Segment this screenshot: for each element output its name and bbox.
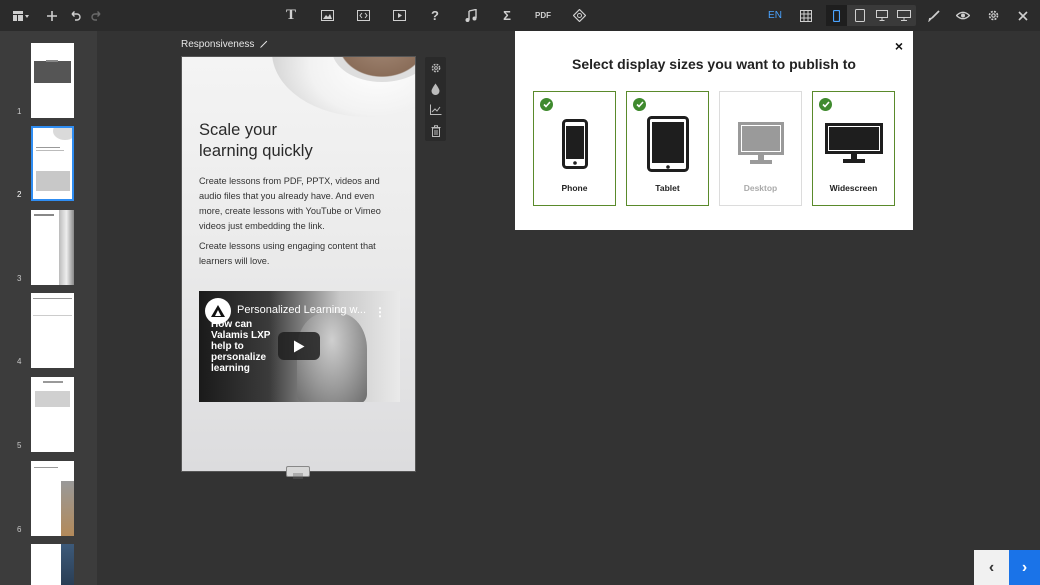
publish-sizes-dialog: Select display sizes you want to publish… bbox=[515, 31, 913, 230]
video-icon[interactable] bbox=[391, 0, 407, 31]
eye-icon[interactable] bbox=[955, 0, 971, 31]
slide-title-text: Responsiveness bbox=[181, 39, 255, 50]
slide-thumbnail-2[interactable] bbox=[31, 126, 74, 201]
grid-icon[interactable] bbox=[798, 0, 814, 31]
play-icon bbox=[294, 340, 305, 352]
widescreen-icon bbox=[813, 116, 894, 172]
top-toolbar: T ? Σ PDF EN bbox=[0, 0, 1040, 31]
text-icon[interactable]: T bbox=[284, 0, 298, 31]
video-caption: How can Valamis LXP help to personalize … bbox=[211, 319, 271, 374]
slide-side-tools bbox=[425, 57, 446, 141]
device-switcher bbox=[826, 5, 916, 26]
desktop-icon[interactable] bbox=[871, 5, 892, 26]
slide-thumbnail-3[interactable] bbox=[31, 210, 74, 285]
desktop-icon bbox=[720, 116, 801, 172]
slide-number: 5 bbox=[17, 441, 22, 450]
video-title[interactable]: Personalized Learning w... bbox=[237, 304, 372, 316]
help-icon[interactable]: ? bbox=[428, 0, 442, 31]
slide-number: 4 bbox=[17, 357, 22, 366]
slides-rail: 1 2 3 4 5 6 bbox=[0, 31, 97, 585]
gear-icon[interactable] bbox=[985, 0, 1001, 31]
dialog-close-button[interactable]: × bbox=[892, 39, 906, 53]
embed-icon[interactable] bbox=[355, 0, 371, 31]
check-icon bbox=[540, 98, 553, 111]
check-icon bbox=[819, 98, 832, 111]
trash-icon[interactable] bbox=[425, 120, 446, 141]
audio-icon[interactable] bbox=[464, 0, 478, 31]
image-icon[interactable] bbox=[319, 0, 335, 31]
slide-number: 6 bbox=[17, 525, 22, 534]
tablet-icon bbox=[627, 116, 708, 172]
check-icon bbox=[633, 98, 646, 111]
slide-settings-icon[interactable] bbox=[425, 57, 446, 78]
slide-preview[interactable]: Scale your learning quickly Create lesso… bbox=[181, 56, 416, 472]
slide-thumbnail-4[interactable] bbox=[31, 293, 74, 368]
slide-thumbnail-7[interactable] bbox=[31, 544, 74, 585]
option-label: Phone bbox=[561, 183, 588, 193]
slide-paragraph-2: Create lessons using engaging content th… bbox=[199, 241, 376, 266]
slide-thumbnail-6[interactable] bbox=[31, 461, 74, 536]
pdf-icon[interactable]: PDF bbox=[533, 0, 553, 31]
dialog-title: Select display sizes you want to publish… bbox=[572, 56, 856, 72]
add-icon[interactable] bbox=[45, 0, 59, 31]
display-option-widescreen[interactable]: Widescreen bbox=[812, 91, 895, 206]
slide-number: 1 bbox=[17, 107, 22, 116]
slide-number: 2 bbox=[17, 190, 22, 199]
undo-icon[interactable] bbox=[68, 0, 82, 31]
brush-icon[interactable] bbox=[926, 0, 942, 31]
display-option-desktop[interactable]: Desktop bbox=[719, 91, 802, 206]
math-icon[interactable]: Σ bbox=[500, 0, 514, 31]
option-label: Widescreen bbox=[829, 183, 878, 193]
slide-title[interactable]: Responsiveness bbox=[181, 39, 268, 50]
display-option-tablet[interactable]: Tablet bbox=[626, 91, 709, 206]
color-drop-icon[interactable] bbox=[425, 78, 446, 99]
phone-icon bbox=[534, 116, 615, 172]
chart-icon[interactable] bbox=[425, 99, 446, 120]
slide-resize-handle[interactable] bbox=[286, 466, 310, 479]
widescreen-icon[interactable] bbox=[893, 5, 914, 26]
slide-number: 3 bbox=[17, 274, 22, 283]
layout-icon[interactable] bbox=[10, 0, 32, 31]
redo-icon[interactable] bbox=[90, 0, 104, 31]
phone-icon[interactable] bbox=[826, 5, 847, 26]
slide-heading: Scale your learning quickly bbox=[199, 121, 313, 160]
video-menu-icon[interactable]: ⋮ bbox=[374, 305, 386, 319]
previous-button[interactable]: ‹ bbox=[974, 550, 1009, 585]
slide-paragraph-1: Create lessons from PDF, PPTX, videos an… bbox=[199, 176, 381, 231]
language-selector[interactable]: EN bbox=[766, 0, 784, 31]
tablet-icon[interactable] bbox=[849, 5, 870, 26]
option-label: Desktop bbox=[743, 183, 778, 193]
slide-thumbnail-1[interactable] bbox=[31, 43, 74, 118]
edit-pencil-icon[interactable] bbox=[259, 40, 268, 49]
display-option-phone[interactable]: Phone bbox=[533, 91, 616, 206]
option-label: Tablet bbox=[655, 183, 680, 193]
next-button[interactable]: › bbox=[1009, 550, 1040, 585]
shape-icon[interactable] bbox=[571, 0, 587, 31]
play-button[interactable] bbox=[278, 332, 320, 360]
video-embed[interactable]: Personalized Learning w... ⋮ How can Val… bbox=[199, 291, 400, 402]
slide-thumbnail-5[interactable] bbox=[31, 377, 74, 452]
close-icon[interactable] bbox=[1016, 0, 1030, 31]
